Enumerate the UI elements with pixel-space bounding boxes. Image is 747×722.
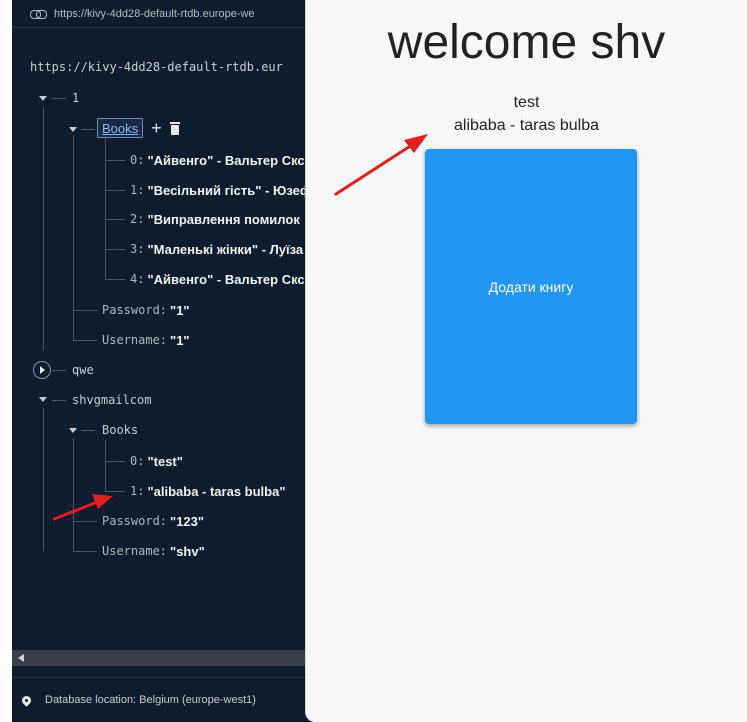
database-panel: https://kivy-4dd28-default-rtdb.europe-w…: [12, 0, 314, 722]
node-books: Books +: [97, 118, 180, 138]
add-book-button[interactable]: Додати книгу: [425, 149, 637, 424]
collapse-caret-icon[interactable]: [39, 96, 47, 101]
location-pin-icon: [20, 693, 33, 707]
node-shv-username[interactable]: Username: "shv": [102, 541, 205, 561]
list-item[interactable]: 4: "Айвенго" - Вальтер Скс: [130, 269, 305, 289]
node-username[interactable]: Username: "1": [102, 330, 190, 350]
db-location-footer: Database location: Belgium (europe-west1…: [12, 677, 314, 722]
book-label-test: test: [513, 94, 540, 111]
node-qwe[interactable]: qwe: [72, 360, 94, 380]
node-shv-password[interactable]: Password: "123": [102, 511, 204, 531]
node-shvgmailcom[interactable]: shvgmailcom: [72, 390, 151, 410]
db-tree: 1 Books + 0: "Айвенго" - Вальтер Скс 1: "В…: [12, 0, 314, 722]
welcome-title: welcome shv: [387, 16, 666, 69]
expand-button[interactable]: [33, 361, 51, 379]
list-item[interactable]: 1: "alibaba - taras bulba": [130, 481, 286, 501]
list-item[interactable]: 3: "Маленькі жінки" - Луїза: [130, 239, 303, 259]
delete-icon[interactable]: [169, 121, 180, 135]
db-location-text: Database location: Belgium (europe-west1…: [45, 694, 256, 706]
node-root-1[interactable]: 1: [72, 88, 79, 108]
collapse-caret-icon[interactable]: [69, 127, 77, 132]
list-item[interactable]: 0: "test": [130, 451, 183, 471]
node-password[interactable]: Password: "1": [102, 300, 190, 320]
books-key-chip[interactable]: Books: [97, 118, 144, 138]
app-window: welcome shv test alibaba - taras bulba Д…: [305, 0, 747, 722]
collapse-caret-icon[interactable]: [39, 397, 47, 402]
scroll-left-icon[interactable]: [18, 654, 24, 662]
node-shv-books[interactable]: Books: [102, 420, 138, 440]
book-label-alibaba: alibaba - taras bulba: [454, 117, 599, 134]
add-child-icon[interactable]: +: [151, 119, 162, 137]
list-item[interactable]: 2: "Виправлення помилок: [130, 209, 300, 229]
list-item[interactable]: 1: "Весільний гість" - Юзеф: [130, 180, 311, 200]
horizontal-scrollbar[interactable]: [12, 650, 314, 666]
collapse-caret-icon[interactable]: [69, 428, 77, 433]
list-item[interactable]: 0: "Айвенго" - Вальтер Скс: [130, 150, 305, 170]
